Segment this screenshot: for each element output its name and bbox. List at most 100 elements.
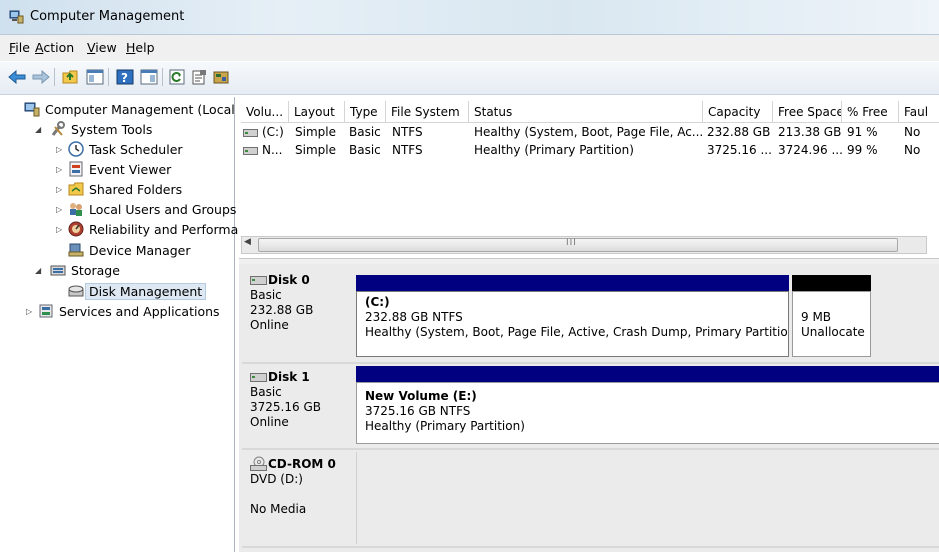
disk-row-separator: [242, 546, 939, 548]
cell-percent-free: 91 %: [847, 125, 878, 139]
cell-fault-tolerance: No: [904, 143, 921, 157]
partition-health: Healthy (Primary Partition): [365, 419, 525, 433]
cell-layout: Simple: [295, 125, 336, 139]
computer-management-icon: [9, 10, 24, 24]
help-icon: ?: [116, 69, 134, 85]
tree-item-computer-management[interactable]: Computer Management (Local: [24, 99, 235, 119]
cell-volume: N...: [262, 143, 283, 157]
column-header-fault-tolerance[interactable]: Faul: [899, 101, 939, 123]
column-header-volume[interactable]: Volu...: [241, 101, 289, 123]
tree-item-local-users-groups[interactable]: Local Users and Groups: [68, 199, 236, 219]
disk-row-separator: [242, 448, 939, 450]
expand-arrow-icon[interactable]: ▷: [56, 185, 62, 194]
refresh-icon: [169, 69, 185, 85]
scrollbar-thumb[interactable]: [258, 238, 898, 252]
column-header-percent-free[interactable]: % Free: [842, 101, 899, 123]
disk-name: Disk 1: [268, 370, 310, 384]
refresh-button[interactable]: [166, 66, 188, 88]
show-hide-tree-button[interactable]: [84, 66, 106, 88]
folder-up-icon: [62, 70, 78, 84]
expand-arrow-icon[interactable]: ▷: [56, 205, 62, 214]
drive-icon: [243, 129, 258, 137]
collapse-arrow-icon[interactable]: ◢: [35, 125, 41, 134]
cell-file-system: NTFS: [392, 125, 423, 139]
computer-management-icon: [24, 102, 40, 117]
expand-arrow-icon[interactable]: ▷: [56, 145, 62, 154]
cdrom-0-label[interactable]: CD-ROM 0 DVD (D:) No Media: [242, 452, 354, 544]
partition-unallocated[interactable]: 9 MB Unallocate: [792, 291, 871, 357]
tree-item-storage[interactable]: Storage: [50, 260, 120, 280]
column-header-type[interactable]: Type: [345, 101, 386, 123]
tree-label: Disk Management: [85, 282, 207, 300]
menu-action[interactable]: Action: [35, 40, 74, 55]
cell-free-space: 213.38 GB: [778, 125, 842, 139]
svg-text:?: ?: [121, 71, 128, 85]
expand-arrow-icon[interactable]: ▷: [26, 307, 32, 316]
partition-title: (C:): [365, 295, 390, 309]
disk-drive-icon: [250, 276, 267, 285]
tree-item-disk-management[interactable]: Disk Management: [68, 281, 207, 301]
partition-c[interactable]: (C:) 232.88 GB NTFS Healthy (System, Boo…: [356, 291, 789, 357]
help-button[interactable]: ?: [114, 66, 136, 88]
cell-status: Healthy (Primary Partition): [474, 143, 634, 157]
tree-item-device-manager[interactable]: Device Manager: [68, 240, 191, 260]
collapse-arrow-icon[interactable]: ◢: [35, 266, 41, 275]
left-edge: [0, 97, 20, 552]
disk-1-label[interactable]: Disk 1 Basic 3725.16 GB Online: [242, 366, 354, 450]
show-action-pane-button[interactable]: [138, 66, 160, 88]
menu-help[interactable]: Help: [126, 40, 155, 55]
partition-e[interactable]: New Volume (E:) 3725.16 GB NTFS Healthy …: [356, 382, 939, 444]
disk-type: Basic: [250, 288, 282, 302]
tree-item-reliability-performance[interactable]: Reliability and Performa: [68, 219, 238, 239]
tree-item-shared-folders[interactable]: Shared Folders: [68, 179, 182, 199]
unallocated-label: Unallocate: [801, 325, 865, 339]
tree-item-task-scheduler[interactable]: Task Scheduler: [68, 139, 183, 159]
cell-file-system: NTFS: [392, 143, 423, 157]
cell-type: Basic: [349, 143, 381, 157]
partition-bar-unallocated: [792, 275, 871, 291]
cell-volume: (C:): [262, 125, 284, 139]
back-button[interactable]: [6, 66, 28, 88]
column-header-capacity[interactable]: Capacity: [703, 101, 773, 123]
device-manager-icon: [68, 243, 84, 257]
disk-name: Disk 0: [268, 273, 310, 287]
properties-button[interactable]: [188, 66, 210, 88]
cell-percent-free: 99 %: [847, 143, 878, 157]
column-header-free-space[interactable]: Free Space: [773, 101, 842, 123]
tree-label: Device Manager: [89, 242, 191, 258]
disk-0-label[interactable]: Disk 0 Basic 232.88 GB Online: [242, 269, 354, 361]
partition-filesystem: 3725.16 GB NTFS: [365, 404, 471, 418]
forward-arrow-icon: [32, 70, 50, 84]
tree-label: Storage: [71, 262, 120, 278]
expand-arrow-icon[interactable]: ▷: [56, 165, 62, 174]
tree-label: Shared Folders: [89, 181, 183, 197]
scroll-left-icon[interactable]: ◀: [244, 237, 251, 247]
tree-item-system-tools[interactable]: System Tools: [50, 119, 152, 139]
tree-label: Services and Applications: [59, 303, 220, 319]
up-folder-button[interactable]: [60, 66, 82, 88]
cdrom-drive-icon: [250, 456, 267, 471]
column-header-status[interactable]: Status: [469, 101, 703, 123]
column-header-layout[interactable]: Layout: [289, 101, 345, 123]
forward-button[interactable]: [30, 66, 52, 88]
menu-view[interactable]: View: [87, 40, 117, 55]
disk-row-separator: [242, 362, 939, 364]
cdrom-empty-region: [356, 452, 939, 544]
menu-file[interactable]: File: [9, 40, 30, 55]
column-header-file-system[interactable]: File System: [386, 101, 469, 123]
expand-arrow-icon[interactable]: ▷: [56, 225, 62, 234]
tree-item-event-viewer[interactable]: Event Viewer: [68, 159, 171, 179]
tree-label: Event Viewer: [89, 161, 172, 177]
cell-type: Basic: [349, 125, 381, 139]
tree-label: Task Scheduler: [89, 141, 183, 157]
partition-filesystem: 232.88 GB NTFS: [365, 310, 463, 324]
partition-title: New Volume (E:): [365, 389, 477, 403]
toolbar-separator: [108, 68, 109, 86]
tree-label: System Tools: [71, 121, 153, 137]
tree-item-services-applications[interactable]: Services and Applications: [38, 301, 220, 321]
toolbar-separator: [162, 68, 163, 86]
disk-type: DVD (D:): [250, 472, 303, 486]
action-pane-icon: [140, 69, 158, 85]
disk-settings-button[interactable]: [210, 66, 232, 88]
tree-label: Reliability and Performa: [89, 221, 239, 237]
